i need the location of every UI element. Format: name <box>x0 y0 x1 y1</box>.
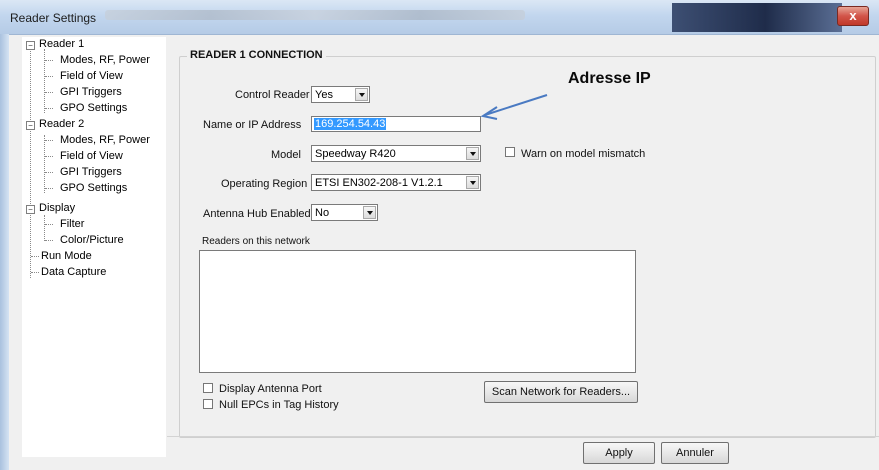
tree-item-reader1-gpo[interactable]: GPO Settings <box>60 101 127 116</box>
tree-line <box>31 256 39 257</box>
tree-line <box>45 240 53 241</box>
tree-line <box>45 188 53 189</box>
region-select[interactable]: ETSI EN302-208-1 V1.2.1 <box>311 174 481 191</box>
tree-line <box>45 108 53 109</box>
ip-address-input[interactable]: 169.254.54.43 <box>311 116 481 132</box>
tree-item-reader2-modes[interactable]: Modes, RF, Power <box>60 133 150 148</box>
tree-line <box>45 156 53 157</box>
scan-network-button[interactable]: Scan Network for Readers... <box>484 381 638 403</box>
tree-item-reader1[interactable]: Reader 1 <box>39 37 84 52</box>
control-reader-select[interactable]: Yes <box>311 86 370 103</box>
apply-button[interactable]: Apply <box>583 442 655 464</box>
hub-value: No <box>315 207 330 219</box>
tree-item-filter[interactable]: Filter <box>60 217 84 232</box>
name-ip-label: Name or IP Address <box>203 119 302 131</box>
ip-address-value: 169.254.54.43 <box>314 118 387 130</box>
close-icon: x <box>849 8 857 23</box>
model-select[interactable]: Speedway R420 <box>311 145 481 162</box>
window-title: Reader Settings <box>10 11 97 25</box>
tree-item-reader1-modes[interactable]: Modes, RF, Power <box>60 53 150 68</box>
tree-item-reader1-fov[interactable]: Field of View <box>60 69 123 84</box>
annotation-arrow <box>480 94 548 120</box>
arrow-shaft <box>484 94 548 116</box>
null-epcs-label: Null EPCs in Tag History <box>219 399 339 411</box>
minus-box-icon[interactable]: − <box>26 121 35 130</box>
footer-separator <box>167 436 879 437</box>
tree-item-reader2-gpi[interactable]: GPI Triggers <box>60 165 122 180</box>
region-value: ETSI EN302-208-1 V1.2.1 <box>315 177 443 189</box>
tree-item-data-capture[interactable]: Data Capture <box>41 265 106 280</box>
tree-item-run-mode[interactable]: Run Mode <box>41 249 92 264</box>
titlebar-decoration <box>672 3 842 32</box>
cancel-button[interactable]: Annuler <box>661 442 729 464</box>
model-label: Model <box>271 149 301 161</box>
reader-settings-window: Reader Settings x − Reader 1 Modes, RF, … <box>0 0 879 470</box>
hub-select[interactable]: No <box>311 204 378 221</box>
blurred-titlebar-area <box>105 10 525 20</box>
annotation-label: Adresse IP <box>568 70 651 87</box>
chevron-down-icon[interactable] <box>466 176 479 189</box>
tree-item-reader2-gpo[interactable]: GPO Settings <box>60 181 127 196</box>
tree-line <box>45 224 53 225</box>
tree-item-reader2[interactable]: Reader 2 <box>39 117 84 132</box>
tree-line <box>44 49 45 113</box>
chevron-down-icon[interactable] <box>355 88 368 101</box>
tree-item-reader2-fov[interactable]: Field of View <box>60 149 123 164</box>
warn-mismatch-label: Warn on model mismatch <box>521 148 646 160</box>
tree-line <box>30 49 31 278</box>
tree-line <box>45 140 53 141</box>
control-reader-value: Yes <box>315 89 333 101</box>
tree-line <box>45 76 53 77</box>
warn-mismatch-checkbox[interactable] <box>505 147 515 157</box>
tree-item-display[interactable]: Display <box>39 201 75 216</box>
title-bar[interactable]: Reader Settings x <box>0 0 879 35</box>
close-button[interactable]: x <box>837 6 869 26</box>
readers-listbox[interactable] <box>199 250 636 373</box>
tree-line <box>45 92 53 93</box>
display-antenna-port-label: Display Antenna Port <box>219 383 322 395</box>
settings-tree[interactable]: − Reader 1 Modes, RF, Power Field of Vie… <box>22 37 166 457</box>
control-reader-label: Control Reader <box>235 89 310 101</box>
readers-list-label: Readers on this network <box>202 236 310 247</box>
tree-line <box>44 215 45 241</box>
tree-line <box>45 60 53 61</box>
tree-item-color-picture[interactable]: Color/Picture <box>60 233 124 248</box>
chevron-down-icon[interactable] <box>363 206 376 219</box>
hub-label: Antenna Hub Enabled <box>203 208 311 220</box>
window-left-edge <box>0 34 9 470</box>
tree-line <box>44 135 45 193</box>
section-title: READER 1 CONNECTION <box>187 49 326 61</box>
minus-box-icon[interactable]: − <box>26 41 35 50</box>
display-antenna-port-checkbox[interactable] <box>203 383 213 393</box>
tree-item-reader1-gpi[interactable]: GPI Triggers <box>60 85 122 100</box>
minus-box-icon[interactable]: − <box>26 205 35 214</box>
null-epcs-checkbox[interactable] <box>203 399 213 409</box>
model-value: Speedway R420 <box>315 148 396 160</box>
tree-line <box>45 172 53 173</box>
tree-line <box>31 272 39 273</box>
region-label: Operating Region <box>221 178 308 190</box>
chevron-down-icon[interactable] <box>466 147 479 160</box>
